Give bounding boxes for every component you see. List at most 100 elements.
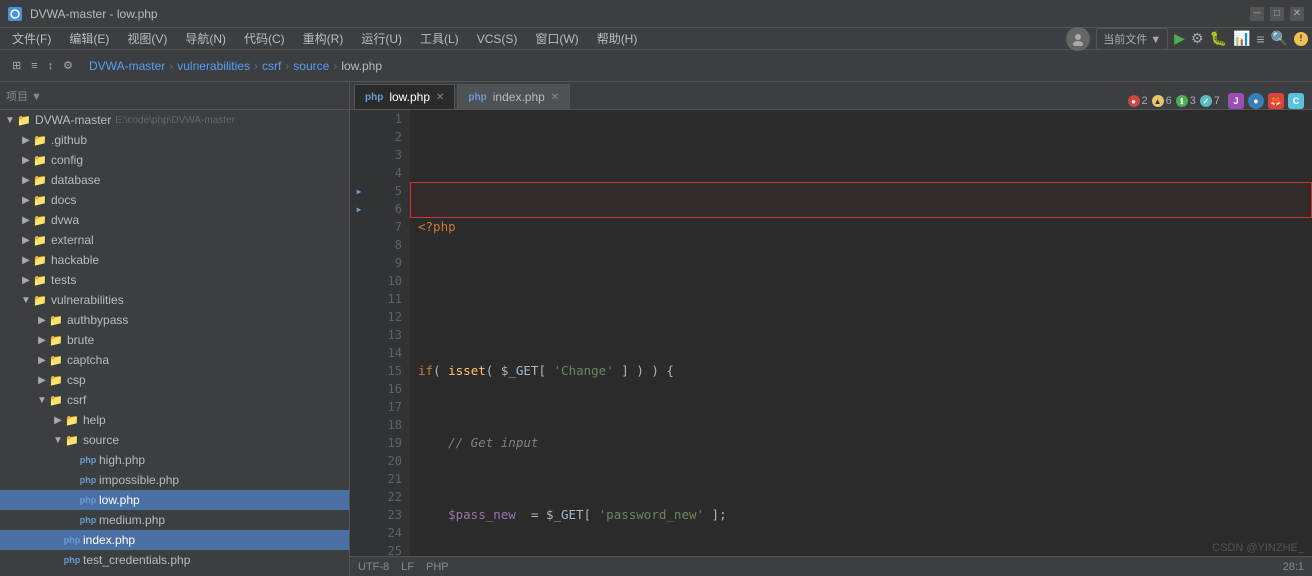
settings-button[interactable]: ⚙ — [59, 57, 77, 74]
sidebar-item-captcha[interactable]: ▶ 📁 captcha — [0, 350, 349, 370]
line-num-13: 13 — [368, 326, 402, 344]
tests-folder-icon: 📁 — [32, 273, 48, 287]
tab-indexphp-close[interactable]: ✕ — [551, 92, 559, 103]
sidebar-item-tests[interactable]: ▶ 📁 tests — [0, 270, 349, 290]
debug-button[interactable]: 🐛 — [1210, 30, 1227, 47]
code-line-2 — [418, 290, 1312, 308]
sidebar-item-dvwa[interactable]: ▶ 📁 dvwa — [0, 210, 349, 230]
other-count: ✓ 7 — [1200, 95, 1220, 107]
sidebar-item-highphp[interactable]: ▶ php high.php — [0, 450, 349, 470]
sidebar-item-csrf[interactable]: ▼ 📁 csrf — [0, 390, 349, 410]
sidebar-item-external[interactable]: ▶ 📁 external — [0, 230, 349, 250]
breadcrumb-csrf[interactable]: csrf — [262, 59, 281, 73]
test-cred-php-icon: php — [64, 553, 80, 567]
sidebar-item-csp[interactable]: ▶ 📁 csp — [0, 370, 349, 390]
tree-root[interactable]: ▼ 📁 DVWA-master E:\code\php\DVWA-master — [0, 110, 349, 130]
line-num-4: 4 — [368, 164, 402, 182]
help-label: help — [83, 413, 106, 427]
error-indicators: ● 2 ▲ 6 ℹ 3 ✓ 7 J ● 🦊 C — [1128, 93, 1312, 109]
tab-indexphp[interactable]: php index.php ✕ — [457, 84, 570, 109]
test-cred-php-label: test_credentials.php — [83, 553, 190, 567]
menu-window[interactable]: 窗口(W) — [527, 28, 586, 49]
warning-count: ▲ 6 — [1152, 95, 1172, 107]
other-dot: ✓ — [1200, 95, 1212, 107]
low-php-icon: php — [80, 493, 96, 507]
menu-view[interactable]: 视图(V) — [119, 28, 175, 49]
line-num-1: 1 — [368, 110, 402, 128]
line-num-3: 3 — [368, 146, 402, 164]
menu-help[interactable]: 帮助(H) — [589, 28, 646, 49]
menu-vcs[interactable]: VCS(S) — [469, 30, 526, 48]
sidebar-item-brute[interactable]: ▶ 📁 brute — [0, 330, 349, 350]
root-folder-icon: 📁 — [16, 113, 32, 127]
external-label: external — [51, 233, 94, 247]
sidebar-item-github[interactable]: ▶ 📁 .github — [0, 130, 349, 150]
sidebar-item-testcredentials[interactable]: ▶ php test_credentials.php — [0, 550, 349, 570]
profile-button[interactable]: 📊 — [1233, 30, 1250, 47]
line-num-23: 23 — [368, 506, 402, 524]
captcha-label: captcha — [67, 353, 109, 367]
code-line-4: // Get input — [418, 434, 1312, 452]
plugin-icon-4: C — [1288, 93, 1304, 109]
sidebar-item-vulnerabilities[interactable]: ▼ 📁 vulnerabilities — [0, 290, 349, 310]
menu-run[interactable]: 运行(U) — [353, 28, 410, 49]
current-file-btn[interactable]: 当前文件 ▼ — [1096, 28, 1168, 50]
search-button[interactable]: 🔍 — [1271, 30, 1288, 47]
tests-label: tests — [51, 273, 76, 287]
collapse-all-button[interactable]: ≡ — [27, 58, 41, 74]
plugin-icon-3: 🦊 — [1268, 93, 1284, 109]
line-num-24: 24 — [368, 524, 402, 542]
tab-indexphp-icon: php — [468, 92, 486, 103]
gutter-4 — [350, 164, 368, 182]
build-button[interactable]: ⚙ — [1191, 30, 1204, 47]
sidebar-item-config[interactable]: ▶ 📁 config — [0, 150, 349, 170]
menu-refactor[interactable]: 重构(R) — [295, 28, 352, 49]
sidebar-item-exec[interactable]: ▶ 📁 exec — [0, 570, 349, 576]
maximize-button[interactable]: □ — [1270, 7, 1284, 21]
watermark: CSDN @YINZHE_ — [1212, 542, 1304, 554]
line-num-11: 11 — [368, 290, 402, 308]
minimize-button[interactable]: ─ — [1250, 7, 1264, 21]
menu-navigate[interactable]: 导航(N) — [177, 28, 234, 49]
sidebar-item-mediumphp[interactable]: ▶ php medium.php — [0, 510, 349, 530]
tab-lowphp[interactable]: php low.php ✕ — [354, 84, 455, 109]
breadcrumb-vulnerabilities[interactable]: vulnerabilities — [177, 59, 250, 73]
sidebar-item-authbypass[interactable]: ▶ 📁 authbypass — [0, 310, 349, 330]
menu-tools[interactable]: 工具(L) — [412, 28, 467, 49]
docs-folder-icon: 📁 — [32, 193, 48, 207]
menu-edit[interactable]: 编辑(E) — [61, 28, 117, 49]
sidebar-item-hackable[interactable]: ▶ 📁 hackable — [0, 250, 349, 270]
breadcrumb-root[interactable]: DVWA-master — [89, 59, 165, 73]
sidebar-item-docs[interactable]: ▶ 📁 docs — [0, 190, 349, 210]
run-button[interactable]: ▶ — [1174, 30, 1185, 47]
root-label: DVWA-master — [35, 113, 111, 127]
sidebar-item-source[interactable]: ▼ 📁 source — [0, 430, 349, 450]
sidebar-item-lowphp[interactable]: ▶ php low.php — [0, 490, 349, 510]
gutter-13 — [350, 326, 368, 344]
status-line-endings: LF — [401, 561, 414, 573]
sidebar-item-database[interactable]: ▶ 📁 database — [0, 170, 349, 190]
info-num: 3 — [1190, 95, 1196, 107]
line-num-14: 14 — [368, 344, 402, 362]
close-button[interactable]: ✕ — [1290, 7, 1304, 21]
sort-button[interactable]: ↕ — [44, 58, 58, 74]
breadcrumb-source[interactable]: source — [293, 59, 329, 73]
menu-file[interactable]: 文件(F) — [4, 28, 59, 49]
menu-code[interactable]: 代码(C) — [236, 28, 293, 49]
more-button[interactable]: ≡ — [1256, 31, 1264, 47]
editor-content[interactable]: ▶ ▶ — [350, 110, 1312, 556]
gutter-1 — [350, 110, 368, 128]
external-folder-icon: 📁 — [32, 233, 48, 247]
tab-lowphp-close[interactable]: ✕ — [436, 92, 444, 103]
sidebar-item-indexphp[interactable]: ▶ php index.php — [0, 530, 349, 550]
sidebar-item-impossiblephp[interactable]: ▶ php impossible.php — [0, 470, 349, 490]
sidebar-item-help[interactable]: ▶ 📁 help — [0, 410, 349, 430]
help-folder-icon: 📁 — [64, 413, 80, 427]
sidebar-header: 项目 ▼ — [0, 82, 349, 110]
expand-all-button[interactable]: ⊞ — [8, 57, 25, 74]
code-area[interactable]: <?php if( isset( $_GET[ 'Change' ] ) ) {… — [410, 110, 1312, 556]
title-bar-controls: ─ □ ✕ — [1250, 7, 1304, 21]
gutter-8 — [350, 236, 368, 254]
error-count: ● 2 — [1128, 95, 1148, 107]
user-avatar[interactable] — [1066, 27, 1090, 51]
